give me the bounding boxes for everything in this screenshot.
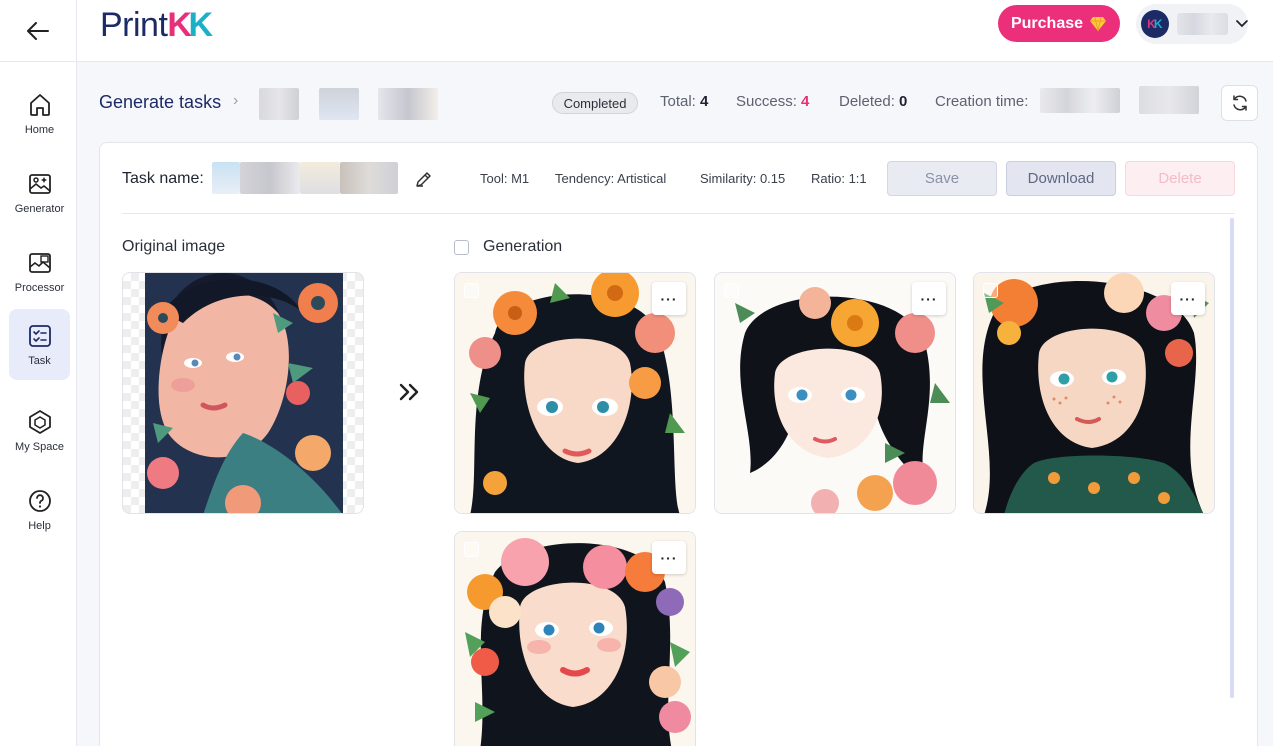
select-all-checkbox[interactable]: [454, 240, 469, 255]
more-options-button[interactable]: ···: [652, 282, 686, 315]
help-circle-icon: [28, 489, 51, 512]
sidebar-item-label: My Space: [15, 440, 64, 453]
sidebar-item-label: Task: [28, 354, 51, 367]
sidebar-item-generator[interactable]: Generator: [9, 157, 70, 228]
delete-button[interactable]: Delete: [1125, 161, 1235, 196]
creation-time: Creation time:: [935, 93, 1029, 110]
refresh-button[interactable]: [1221, 85, 1258, 121]
sidebar-item-task[interactable]: Task: [9, 309, 70, 380]
download-button[interactable]: Download: [1006, 161, 1116, 196]
purchase-button[interactable]: Purchase: [998, 5, 1120, 42]
more-options-button[interactable]: ···: [1171, 282, 1205, 315]
total-count: Total: 4: [660, 93, 709, 110]
sidebar-item-label: Help: [28, 519, 51, 532]
tool-value: Tool: M1: [480, 171, 530, 186]
logo-text: Print: [100, 6, 168, 44]
more-options-button[interactable]: ···: [912, 282, 946, 315]
breadcrumb-generate-tasks[interactable]: Generate tasks: [99, 92, 221, 113]
sidebar-item-help[interactable]: Help: [9, 474, 70, 545]
task-name-label: Task name:: [122, 170, 204, 187]
divider: [122, 213, 1235, 214]
edit-pencil-icon[interactable]: [414, 169, 434, 189]
image-sparkle-icon: [28, 173, 51, 194]
chevron-down-icon: [1236, 20, 1248, 28]
task-list-icon: [28, 324, 51, 347]
original-portrait-art: [145, 273, 343, 513]
sidebar-item-label: Processor: [14, 281, 65, 294]
generation-label: Generation: [483, 238, 563, 255]
sidebar-item-label: Generator: [14, 202, 65, 215]
image-process-icon: [28, 252, 51, 273]
purchase-label: Purchase: [1010, 14, 1084, 32]
double-chevron-right-icon: [399, 383, 419, 401]
ratio-value: Ratio: 1:1: [811, 171, 867, 186]
deleted-count: Deleted: 0: [839, 93, 908, 110]
refresh-icon: [1232, 95, 1247, 111]
printkk-logo[interactable]: PrintKK: [100, 6, 213, 45]
image-select-checkbox[interactable]: [983, 283, 998, 298]
sidebar-item-processor[interactable]: Processor: [9, 236, 70, 307]
save-button[interactable]: Save: [887, 161, 997, 196]
similarity-value: Similarity: 0.15: [700, 171, 786, 186]
logo-k2: K: [188, 6, 213, 44]
top-bar: PrintKK Purchase KK: [0, 0, 1273, 62]
home-icon: [29, 93, 50, 116]
scrollbar[interactable]: [1230, 218, 1234, 698]
status-badge: Completed: [552, 92, 638, 114]
user-menu[interactable]: KK: [1136, 4, 1248, 44]
arrow-left-icon: [27, 22, 49, 40]
original-image[interactable]: [122, 272, 364, 514]
breadcrumb-separator: ›: [233, 92, 239, 109]
generated-image[interactable]: ···: [973, 272, 1215, 514]
generated-image[interactable]: ···: [454, 531, 696, 746]
sidebar-item-home[interactable]: Home: [9, 78, 70, 149]
cube-hexagon-icon: [28, 409, 51, 434]
image-select-checkbox[interactable]: [724, 283, 739, 298]
avatar: KK: [1141, 10, 1169, 38]
diamond-icon: [1090, 16, 1107, 31]
image-select-checkbox[interactable]: [464, 542, 479, 557]
generated-image[interactable]: ···: [454, 272, 696, 514]
image-select-checkbox[interactable]: [464, 283, 479, 298]
success-count: Success: 4: [736, 93, 810, 110]
more-options-button[interactable]: ···: [652, 541, 686, 574]
sidebar-item-label: Home: [24, 123, 55, 136]
tendency-value: Tendency: Artistical: [555, 171, 667, 186]
sidebar-item-my-space[interactable]: My Space: [9, 395, 70, 466]
username-redacted: [1176, 13, 1229, 35]
sidebar: Home Generator Processor Task My Space H…: [0, 62, 77, 746]
generated-image[interactable]: ···: [714, 272, 956, 514]
original-image-label: Original image: [122, 238, 226, 255]
back-button[interactable]: [0, 0, 77, 62]
